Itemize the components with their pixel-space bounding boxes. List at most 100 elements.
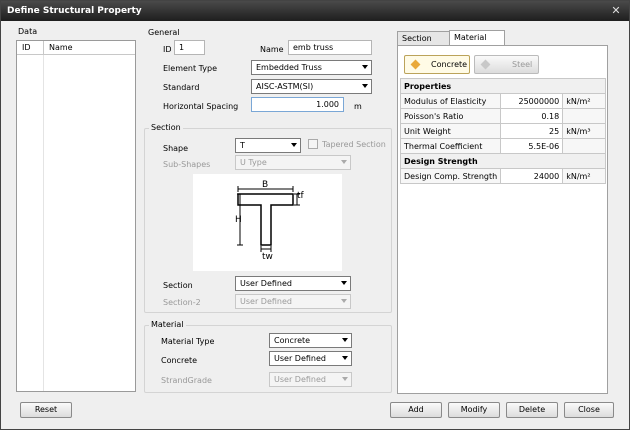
material-group-label: Material: [149, 320, 186, 329]
section-2-label: Section-2: [163, 298, 201, 307]
shape-value: T: [240, 141, 245, 150]
table-row: Poisson's Ratio 0.18: [399, 108, 606, 124]
sub-shapes-label: Sub-Shapes: [163, 160, 211, 169]
material-type-label: Material Type: [161, 337, 215, 346]
section-dropdown[interactable]: User Defined: [235, 276, 351, 291]
general-group-label: General: [148, 28, 180, 37]
close-window-icon[interactable]: ✕: [609, 4, 623, 18]
reset-button[interactable]: Reset: [20, 402, 72, 418]
steel-toggle-label: Steel: [512, 60, 533, 69]
property-value[interactable]: 24000: [500, 168, 564, 184]
properties-header: Properties: [400, 78, 606, 94]
property-value[interactable]: 5.5E-06: [500, 138, 564, 154]
steel-toggle-button[interactable]: Steel: [474, 55, 539, 74]
property-value[interactable]: 25: [500, 123, 564, 139]
steel-diamond-icon: [480, 59, 491, 70]
title-bar: Define Structural Property ✕: [1, 1, 629, 21]
dim-b-label: B: [262, 180, 269, 190]
concrete-label: Concrete: [161, 356, 198, 365]
list-vertical-line: [43, 55, 44, 391]
standard-value: AISC-ASTM(SI): [256, 82, 314, 91]
chevron-down-icon: [341, 281, 347, 285]
tapered-section-label: Tapered Section: [322, 140, 386, 149]
strand-grade-label: StrandGrade: [161, 376, 212, 385]
sub-shapes-value: U Type: [240, 158, 267, 167]
tab-section-data[interactable]: Section Data: [397, 31, 450, 57]
table-row: Thermal Coefficient 5.5E-06: [399, 138, 606, 154]
concrete-toggle-label: Concrete: [431, 60, 468, 69]
property-value[interactable]: 0.18: [500, 108, 564, 124]
sub-shapes-dropdown[interactable]: U Type: [235, 155, 351, 170]
dim-h-label: H: [235, 215, 242, 225]
delete-button[interactable]: Delete: [506, 402, 558, 418]
window-title: Define Structural Property: [7, 6, 142, 16]
property-value[interactable]: 25000000: [500, 93, 564, 109]
property-unit: [562, 108, 606, 124]
chevron-down-icon: [362, 65, 368, 69]
properties-header-row: Properties: [400, 78, 606, 94]
name-label: Name: [260, 45, 284, 54]
shape-dropdown[interactable]: T: [235, 138, 301, 153]
concrete-diamond-icon: [410, 59, 421, 70]
column-header-name[interactable]: Name: [49, 43, 73, 52]
section-2-dropdown[interactable]: User Defined: [235, 294, 351, 309]
table-row: Modulus of Elasticity 25000000 kN/m²: [399, 93, 606, 109]
concrete-toggle-button[interactable]: Concrete: [404, 55, 470, 74]
element-type-label: Element Type: [163, 64, 218, 73]
section-group-label: Section: [149, 123, 183, 132]
chevron-down-icon: [291, 143, 297, 147]
dim-tw-label: tw: [262, 252, 273, 262]
horizontal-spacing-input[interactable]: 1.000: [251, 97, 344, 112]
column-divider: [43, 41, 44, 55]
table-row: Unit Weight 25 kN/m³: [399, 123, 606, 139]
column-header-id[interactable]: ID: [22, 43, 31, 52]
strand-grade-value: User Defined: [274, 375, 326, 384]
property-name: Modulus of Elasticity: [399, 93, 502, 109]
material-data-panel: Concrete Steel Properties Modulus of Ela…: [397, 45, 608, 394]
data-group-label: Data: [18, 27, 38, 36]
spacing-unit-label: m: [354, 102, 362, 111]
property-unit: kN/m³: [562, 123, 606, 139]
strand-grade-dropdown[interactable]: User Defined: [269, 372, 352, 387]
element-type-value: Embedded Truss: [256, 63, 322, 72]
data-group: Data ID Name: [14, 27, 138, 394]
property-name: Poisson's Ratio: [399, 108, 502, 124]
material-type-dropdown[interactable]: Concrete: [269, 333, 352, 348]
tapered-section-checkbox[interactable]: [308, 139, 318, 149]
standard-label: Standard: [163, 83, 200, 92]
id-input[interactable]: 1: [174, 40, 205, 55]
property-name: Design Comp. Strength: [399, 168, 502, 184]
concrete-value: User Defined: [274, 354, 326, 363]
section-2-value: User Defined: [240, 297, 292, 306]
concrete-dropdown[interactable]: User Defined: [269, 351, 352, 366]
section-value: User Defined: [240, 279, 292, 288]
standard-dropdown[interactable]: AISC-ASTM(SI): [251, 79, 372, 94]
design-strength-header-row: Design Strength: [400, 153, 606, 169]
section-diagram: B H tf tw: [193, 174, 342, 271]
chevron-down-icon: [342, 338, 348, 342]
tab-material-data[interactable]: Material Data: [449, 30, 505, 56]
modify-button[interactable]: Modify: [448, 402, 500, 418]
define-structural-property-dialog: Define Structural Property ✕ Data ID Nam…: [0, 0, 630, 430]
table-row: Design Comp. Strength 24000 kN/m²: [399, 168, 606, 184]
chevron-down-icon: [362, 84, 368, 88]
close-button[interactable]: Close: [564, 402, 614, 418]
chevron-down-icon: [341, 160, 347, 164]
property-unit: kN/m²: [562, 93, 606, 109]
data-list[interactable]: ID Name: [16, 40, 136, 392]
dim-tf-label: tf: [297, 191, 304, 201]
property-name: Unit Weight: [399, 123, 502, 139]
horizontal-spacing-label: Horizontal Spacing: [163, 102, 239, 111]
chevron-down-icon: [341, 299, 347, 303]
name-input[interactable]: emb truss: [288, 40, 372, 55]
property-unit: [562, 138, 606, 154]
design-strength-header: Design Strength: [400, 153, 606, 169]
section-label: Section: [163, 281, 193, 290]
element-type-dropdown[interactable]: Embedded Truss: [251, 60, 372, 75]
property-unit: kN/m²: [562, 168, 606, 184]
material-type-value: Concrete: [274, 336, 311, 345]
property-name: Thermal Coefficient: [399, 138, 502, 154]
chevron-down-icon: [342, 377, 348, 381]
properties-grid: Properties Modulus of Elasticity 2500000…: [399, 78, 606, 184]
add-button[interactable]: Add: [390, 402, 442, 418]
